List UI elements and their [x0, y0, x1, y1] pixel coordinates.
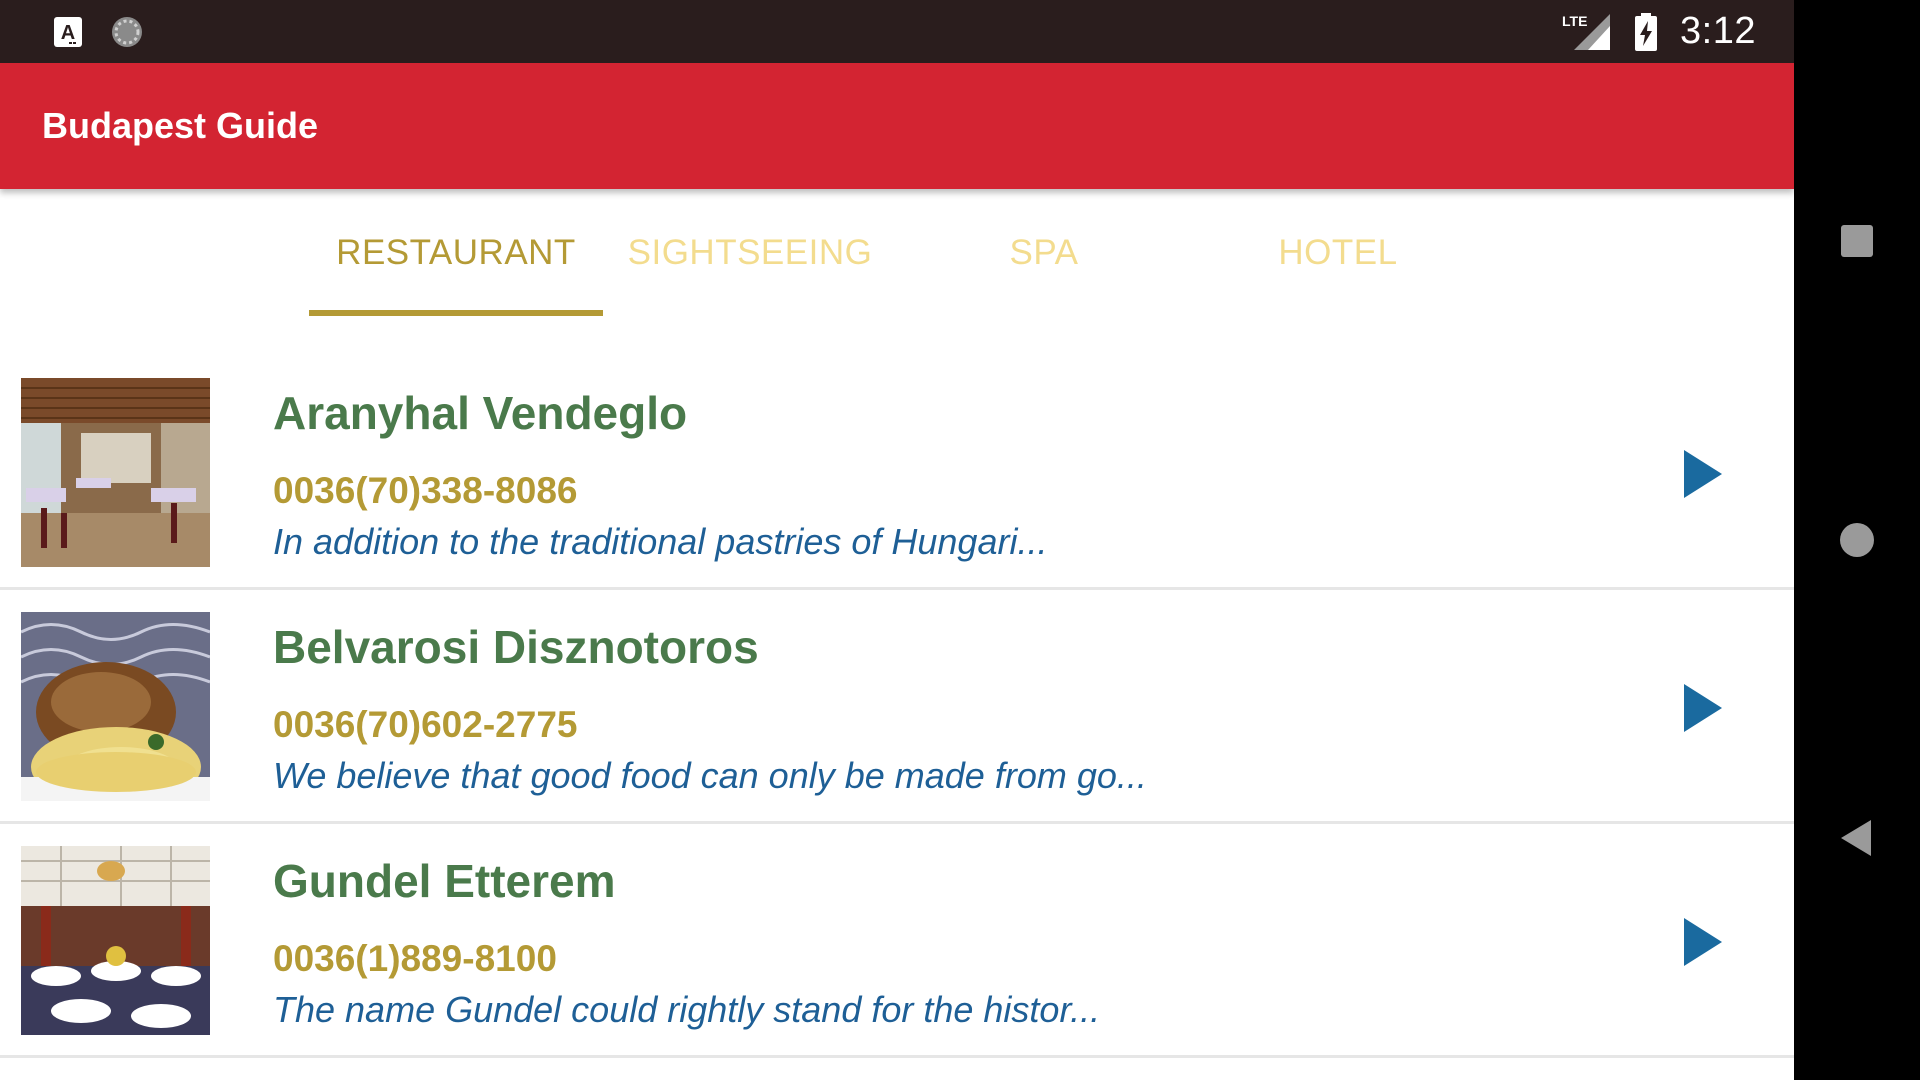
play-arrow-icon[interactable]: [1680, 682, 1724, 734]
list-item[interactable]: Aranyhal Vendeglo 0036(70)338-8086 In ad…: [0, 376, 1794, 590]
app-title: Budapest Guide: [42, 105, 319, 146]
status-bar: A LTE 3:12: [0, 0, 1794, 63]
sync-icon: [112, 17, 142, 47]
network-label: LTE: [1562, 13, 1587, 29]
status-right: LTE 3:12: [1562, 0, 1756, 63]
battery-charging-icon: [1635, 12, 1658, 51]
tab-indicator: [309, 310, 603, 316]
svg-text:A: A: [61, 22, 75, 44]
navigation-bar: [1794, 0, 1920, 1080]
tab-hotel[interactable]: HOTEL: [1191, 189, 1485, 317]
play-arrow-icon[interactable]: [1680, 916, 1724, 968]
home-icon[interactable]: [1835, 518, 1879, 562]
list-item[interactable]: Belvarosi Disznotoros 0036(70)602-2775 W…: [0, 590, 1794, 824]
tab-restaurant[interactable]: RESTAURANT: [309, 189, 603, 317]
item-description: In addition to the traditional pastries …: [273, 521, 1048, 562]
status-time: 3:12: [1680, 10, 1756, 52]
item-description: We believe that good food can only be ma…: [273, 755, 1147, 796]
signal-icon: LTE: [1562, 13, 1611, 50]
item-phone[interactable]: 0036(1)889-8100: [273, 938, 557, 980]
item-name: Aranyhal Vendeglo: [273, 387, 688, 439]
item-phone[interactable]: 0036(70)602-2775: [273, 704, 577, 746]
app-bar: Budapest Guide: [0, 63, 1794, 189]
app-screen: A LTE 3:12 Budapest Guide RESTAURANT SIG…: [0, 0, 1794, 1080]
restaurant-thumbnail: [21, 378, 210, 567]
a-icon: A: [54, 17, 82, 47]
recents-icon[interactable]: [1835, 219, 1879, 263]
item-phone[interactable]: 0036(70)338-8086: [273, 470, 577, 512]
item-name: Belvarosi Disznotoros: [273, 621, 759, 673]
restaurant-thumbnail: [21, 612, 210, 801]
item-description: The name Gundel could rightly stand for …: [273, 989, 1101, 1030]
tab-spa[interactable]: SPA: [897, 189, 1191, 317]
back-icon[interactable]: [1835, 816, 1879, 860]
item-name: Gundel Etterem: [273, 855, 616, 907]
tab-bar: RESTAURANT SIGHTSEEING SPA HOTEL: [0, 189, 1794, 317]
play-arrow-icon[interactable]: [1680, 448, 1724, 500]
tab-sightseeing[interactable]: SIGHTSEEING: [603, 189, 897, 317]
restaurant-list: Aranyhal Vendeglo 0036(70)338-8086 In ad…: [0, 376, 1794, 1058]
list-item[interactable]: Gundel Etterem 0036(1)889-8100 The name …: [0, 824, 1794, 1058]
restaurant-thumbnail: [21, 846, 210, 1035]
